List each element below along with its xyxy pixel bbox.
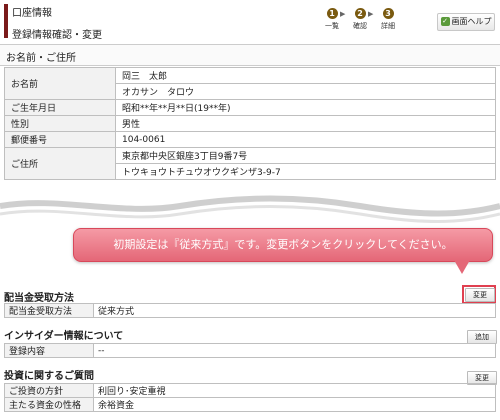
row-label: お名前 — [4, 67, 116, 100]
name-address-table: お名前 岡三 太郎 オカサン タロウ ご生年月日 昭和**年**月**日(19*… — [4, 67, 496, 180]
row-value: 従来方式 — [93, 303, 496, 318]
row-value: 東京都中央区銀座3丁目9番7号 — [115, 147, 496, 164]
step-arrow-icon: ▶ — [368, 10, 374, 18]
step-number: 3 — [382, 8, 394, 19]
help-button-label: 画面ヘルプ — [451, 17, 492, 26]
page-title: 登録情報確認・変更 — [12, 30, 102, 41]
table-row: ご住所 東京都中央区銀座3丁目9番7号 — [4, 147, 496, 180]
name-address-heading: お名前・ご住所 — [6, 53, 76, 64]
callout-pointer — [454, 260, 470, 274]
row-value: 昭和**年**月**日(19**年) — [115, 99, 496, 116]
instruction-callout: 初期設定は『従来方式』です。変更ボタンをクリックしてください。 — [73, 228, 493, 262]
help-button[interactable]: ✓ 画面ヘルプ — [437, 13, 495, 31]
insider-table: 登録内容 -- — [4, 343, 496, 358]
row-label: 登録内容 — [4, 343, 94, 358]
table-row: お名前 岡三 太郎 — [4, 67, 496, 100]
row-label: 主たる資金の性格 — [4, 397, 94, 412]
step-label: 確認 — [353, 22, 367, 30]
step-label: 一覧 — [325, 22, 339, 30]
table-row: 登録内容 -- — [4, 343, 496, 358]
table-row: ご生年月日 昭和**年**月**日(19**年) — [4, 99, 496, 116]
step-number: 1 — [326, 8, 338, 19]
header-accent-bar — [4, 4, 8, 38]
row-value: 岡三 太郎 — [115, 67, 496, 84]
investment-heading: 投資に関するご質問 — [4, 371, 94, 382]
dividend-change-button[interactable]: 変更 — [465, 288, 495, 302]
page-header: 口座情報 登録情報確認・変更 1 一覧 ▶ 2 確認 ▶ 3 詳細 ✓ 画面ヘルプ — [0, 0, 500, 44]
row-label: ご住所 — [4, 147, 116, 180]
row-value: -- — [93, 343, 496, 358]
table-row: 郵便番号 104-0061 — [4, 131, 496, 148]
row-value: 余裕資金 — [93, 397, 496, 412]
step-arrow-icon: ▶ — [340, 10, 346, 18]
row-label: ご投資の方針 — [4, 383, 94, 398]
row-label: 性別 — [4, 115, 116, 132]
row-label: 配当金受取方法 — [4, 303, 94, 318]
step-3: 3 詳細 — [376, 8, 400, 31]
row-value: 男性 — [115, 115, 496, 132]
dividend-table: 配当金受取方法 従来方式 — [4, 303, 496, 318]
insider-heading: インサイダー情報について — [4, 331, 124, 342]
help-icon: ✓ — [440, 17, 450, 26]
name-address-heading-bar: お名前・ご住所 — [0, 44, 500, 66]
investment-table: ご投資の方針 利回り･安定重視 主たる資金の性格 余裕資金 — [4, 383, 496, 412]
table-row: 配当金受取方法 従来方式 — [4, 303, 496, 318]
row-label: 郵便番号 — [4, 131, 116, 148]
table-row: 性別 男性 — [4, 115, 496, 132]
step-indicator: 1 一覧 ▶ 2 確認 ▶ 3 詳細 — [320, 8, 410, 38]
table-row: ご投資の方針 利回り･安定重視 — [4, 383, 496, 398]
row-value: オカサン タロウ — [115, 83, 496, 100]
omission-wave-divider — [0, 195, 500, 223]
step-number: 2 — [354, 8, 366, 19]
dividend-heading: 配当金受取方法 — [4, 293, 74, 304]
step-label: 詳細 — [381, 22, 395, 30]
row-value: トウキョウトチュウオウクギンザ3-9-7 — [115, 163, 496, 180]
row-label: ご生年月日 — [4, 99, 116, 116]
insider-add-button[interactable]: 追加 — [467, 330, 497, 344]
row-value: 利回り･安定重視 — [93, 383, 496, 398]
section-title: 口座情報 — [12, 8, 52, 19]
row-value: 104-0061 — [115, 131, 496, 148]
table-row: 主たる資金の性格 余裕資金 — [4, 397, 496, 412]
